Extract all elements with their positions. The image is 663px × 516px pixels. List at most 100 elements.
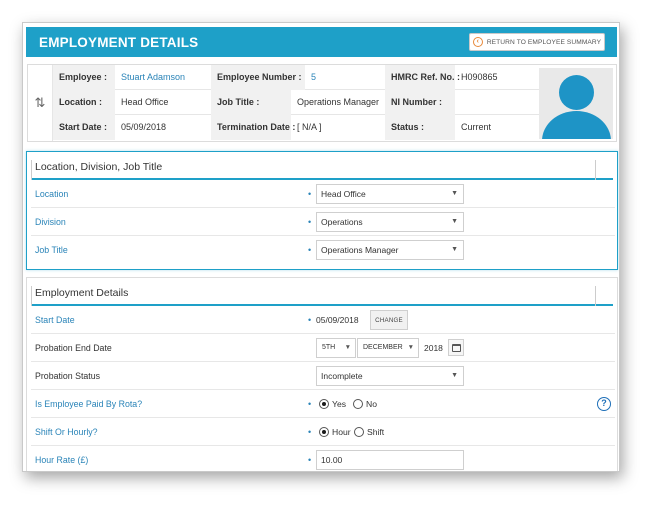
job-title-label: Job Title : [211, 90, 291, 115]
termination-date-value: [ N/A ] [297, 122, 322, 132]
panel-title: Employment Details [31, 286, 613, 306]
start-date-text: 05/09/2018 [316, 315, 359, 325]
job-title-value: Operations Manager [297, 97, 380, 107]
swap-arrows-icon[interactable]: ⇅ [28, 65, 53, 141]
probation-end-control: 5TH ▼ DECEMBER ▼ 2018 [316, 338, 476, 358]
required-marker: • [308, 217, 312, 227]
required-marker: • [308, 315, 312, 325]
panel-title: Location, Division, Job Title [31, 160, 613, 180]
rota-yes-label: Yes [332, 399, 347, 409]
return-to-summary-button[interactable]: ‹ RETURN TO EMPLOYEE SUMMARY [469, 33, 605, 51]
day-select-value: 5TH [322, 344, 336, 351]
division-field-label: Division [35, 217, 66, 227]
ni-number-label: NI Number : [385, 90, 455, 115]
change-button[interactable]: CHANGE [370, 310, 408, 330]
location-value: Head Office [121, 97, 169, 107]
summary-grid: Employee : Stuart Adamson Employee Numbe… [53, 65, 540, 141]
return-button-label: RETURN TO EMPLOYEE SUMMARY [486, 38, 602, 46]
hmrc-label: HMRC Ref. No. : [385, 65, 460, 90]
probation-status-select[interactable]: Incomplete ▼ [316, 366, 464, 386]
location-select-value: Head Office [321, 189, 366, 199]
probation-status-row: Probation Status Incomplete ▼ [31, 362, 615, 390]
job-title-select-value: Operations Manager [321, 245, 399, 255]
hour-rate-row: Hour Rate (£) • 10.00 [31, 446, 615, 471]
rota-yes-option[interactable]: Yes [319, 394, 346, 414]
calendar-button[interactable] [448, 339, 464, 356]
required-marker: • [308, 399, 312, 409]
start-date-field-label: Start Date [35, 315, 75, 325]
summary-row: Location : Head Office Job Title : Opera… [53, 90, 540, 115]
help-icon[interactable]: ? [597, 397, 611, 411]
return-arrow-icon: ‹ [472, 37, 483, 47]
required-marker: • [308, 189, 312, 199]
dropdown-arrow-icon: ▼ [407, 344, 414, 351]
ni-number-value [455, 90, 540, 115]
division-select-value: Operations [321, 217, 363, 227]
status-label: Status : [385, 115, 455, 140]
employee-summary-card: ⇅ Employee : Stuart Adamson Employee Num… [27, 64, 617, 142]
year-value: 2018 [424, 343, 443, 353]
shift-or-hourly-label: Shift Or Hourly? [35, 427, 98, 437]
location-field-label: Location [35, 189, 69, 199]
probation-end-label: Probation End Date [35, 343, 112, 353]
divider [595, 286, 596, 306]
start-date-label: Start Date : [53, 115, 115, 140]
avatar-head [559, 75, 594, 110]
division-row: Division • Operations ▼ [31, 208, 615, 236]
month-select-value: DECEMBER [363, 344, 403, 351]
required-marker: • [308, 245, 312, 255]
probation-status-value: Incomplete [321, 371, 363, 381]
probation-end-row: Probation End Date 5TH ▼ DECEMBER ▼ 2018 [31, 334, 615, 362]
day-select[interactable]: 5TH ▼ [316, 338, 356, 358]
employee-number-value: 5 [311, 72, 317, 82]
title-bar: EMPLOYMENT DETAILS ‹ RETURN TO EMPLOYEE … [26, 27, 617, 57]
employee-name-link[interactable]: Stuart Adamson [115, 65, 211, 90]
hour-rate-input[interactable]: 10.00 [316, 450, 464, 470]
dropdown-arrow-icon: ▼ [451, 372, 458, 379]
required-marker: • [308, 427, 312, 437]
avatar-icon [539, 68, 613, 139]
job-title-select[interactable]: Operations Manager ▼ [316, 240, 464, 260]
start-date-value: 05/09/2018 [121, 122, 167, 132]
panel-title-text: Employment Details [35, 287, 129, 299]
rota-no-label: No [366, 399, 377, 409]
divider [595, 160, 596, 180]
hour-rate-label: Hour Rate (£) [35, 455, 89, 465]
location-division-panel: Location, Division, Job Title Location •… [26, 151, 618, 270]
employee-label: Employee : [53, 65, 115, 90]
hour-radio[interactable] [319, 427, 329, 437]
dropdown-arrow-icon: ▼ [344, 344, 351, 351]
panel-title-text: Location, Division, Job Title [35, 161, 163, 173]
employee-number-label: Employee Number : [211, 65, 305, 90]
summary-row: Employee : Stuart Adamson Employee Numbe… [53, 65, 540, 90]
divider [31, 286, 32, 306]
dropdown-arrow-icon: ▼ [451, 246, 458, 253]
shift-radio[interactable] [354, 427, 364, 437]
shift-radio-group: Hour Shift [316, 422, 396, 442]
shift-label: Shift [367, 427, 385, 437]
paid-by-rota-row: Is Employee Paid By Rota? • Yes No ? [31, 390, 615, 418]
location-label: Location : [53, 90, 115, 115]
summary-row: Start Date : 05/09/2018 Termination Date… [53, 115, 540, 140]
probation-status-label: Probation Status [35, 371, 101, 381]
calendar-icon [451, 343, 461, 352]
shift-option[interactable]: Shift [354, 422, 384, 442]
start-date-row: Start Date • 05/09/2018 CHANGE [31, 306, 615, 334]
rota-yes-radio[interactable] [319, 399, 329, 409]
division-select[interactable]: Operations ▼ [316, 212, 464, 232]
rota-no-radio[interactable] [353, 399, 363, 409]
rota-radio-group: Yes No [316, 394, 386, 414]
location-select[interactable]: Head Office ▼ [316, 184, 464, 204]
status-value: Current [461, 122, 492, 132]
employment-details-panel: Employment Details Start Date • 05/09/20… [26, 277, 618, 471]
rota-no-option[interactable]: No [353, 394, 377, 414]
shift-or-hourly-row: Shift Or Hourly? • Hour Shift [31, 418, 615, 446]
employment-details-window: EMPLOYMENT DETAILS ‹ RETURN TO EMPLOYEE … [22, 22, 620, 472]
month-select[interactable]: DECEMBER ▼ [357, 338, 419, 358]
job-title-row: Job Title • Operations Manager ▼ [31, 236, 615, 264]
hour-label: Hour [332, 427, 351, 437]
hour-option[interactable]: Hour [319, 422, 351, 442]
divider [31, 160, 32, 180]
required-marker: • [308, 455, 312, 465]
page-title: EMPLOYMENT DETAILS [39, 35, 199, 50]
